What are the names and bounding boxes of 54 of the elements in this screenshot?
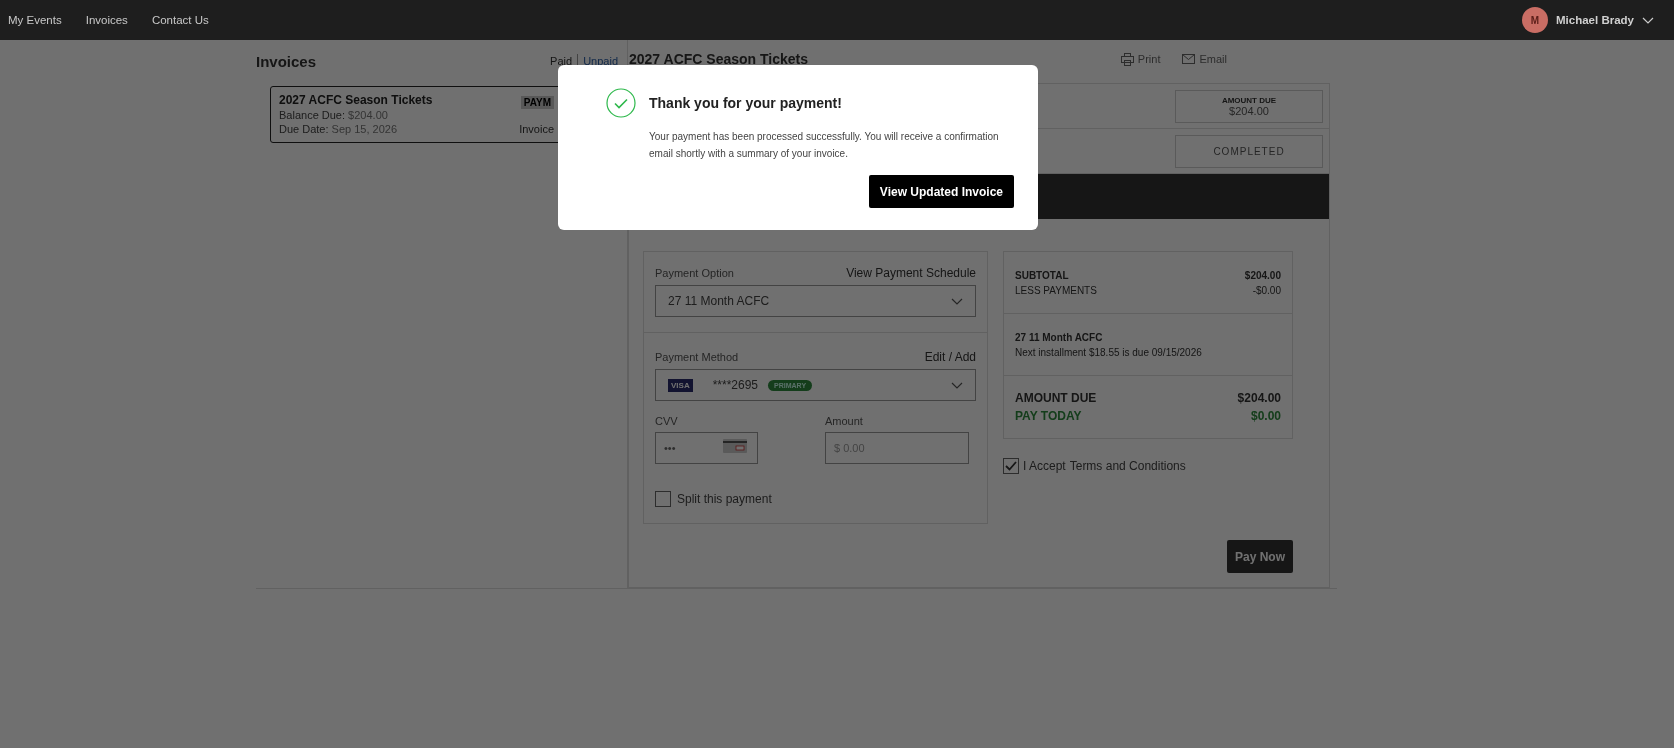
field-label: Payment Method [655, 351, 739, 363]
nav-link[interactable]: Contact Us [151, 14, 209, 26]
status-badge: PAYM [520, 96, 554, 109]
print-link[interactable]: Print [1137, 53, 1161, 65]
card-number: ****2695 [712, 378, 759, 392]
email-link[interactable]: Email [1199, 53, 1227, 65]
pay-now-button[interactable]: Pay Now [1227, 540, 1293, 573]
schedule-link[interactable]: View Payment Schedule [846, 266, 976, 280]
card-brand-icon: VISA [668, 378, 693, 392]
checkbox-label: Split this payment [677, 492, 772, 506]
summary-label: AMOUNT DUE [1015, 391, 1097, 405]
dialog-title: Thank you for your payment! [649, 95, 842, 111]
credit-card-icon [723, 439, 747, 453]
summary-label: SUBTOTAL [1015, 269, 1069, 281]
chevron-icon [951, 381, 963, 389]
amount-due-value: $204.00 [1229, 104, 1269, 117]
chevron-icon [951, 297, 963, 305]
terms-link[interactable]: Terms and Conditions [1069, 459, 1186, 473]
user-avatar[interactable]: M [1522, 7, 1548, 33]
status-text: COMPLETED [1213, 145, 1285, 157]
summary-label: PAY TODAY [1015, 409, 1082, 423]
field-label: Amount [825, 415, 864, 427]
success-check-icon [606, 88, 636, 118]
due-date: Due Date: Sep 15, 2026 [279, 123, 398, 135]
plan-name: 27 11 Month ACFC [1015, 331, 1103, 343]
balance-due: Balance Due: $204.00 [279, 109, 388, 121]
summary-value: $0.00 [1250, 409, 1281, 423]
checkbox-label: I Accept [1023, 459, 1066, 473]
edit-link[interactable]: Edit / Add [924, 350, 976, 364]
field-label: CVV [655, 415, 679, 427]
chevron-icon[interactable] [1642, 16, 1654, 24]
nav-link[interactable]: My Events [8, 14, 62, 26]
payment-option-select[interactable]: 27 11 Month ACFC [655, 285, 976, 317]
cvv-field[interactable]: ••• [655, 432, 758, 464]
nav-link[interactable]: Invoices [85, 14, 128, 26]
field-label: Payment Option [655, 267, 734, 279]
summary-value: -$0.00 [1252, 284, 1281, 296]
plan-note: Next installment $18.55 is due 09/15/2026 [1015, 346, 1202, 358]
printer-icon [1120, 52, 1134, 66]
email-icon [1182, 54, 1196, 64]
terms-checkbox[interactable] [1003, 458, 1019, 474]
invoice-title: 2027 ACFC Season Tickets [279, 93, 433, 107]
summary-value: $204.00 [1244, 269, 1281, 281]
user-name[interactable]: Michael Brady [1556, 14, 1634, 26]
split-checkbox[interactable] [655, 491, 671, 507]
amount-due-label: AMOUNT DUE [1221, 95, 1277, 105]
view-invoice-button[interactable]: View Updated Invoice [868, 175, 1014, 208]
summary-label: LESS PAYMENTS [1015, 284, 1097, 296]
filter-tab[interactable]: Paid [545, 55, 578, 67]
invoice-heading: 2027 ACFC Season Tickets [629, 51, 808, 67]
summary-value: $204.00 [1237, 391, 1281, 405]
dialog-message: Your payment has been processed successfully. You will receive a confirmation email shortly with a summary of your invoice. [649, 130, 1000, 161]
section-title: Invoices [256, 52, 317, 70]
invoice-link[interactable]: Invoice [519, 123, 554, 135]
